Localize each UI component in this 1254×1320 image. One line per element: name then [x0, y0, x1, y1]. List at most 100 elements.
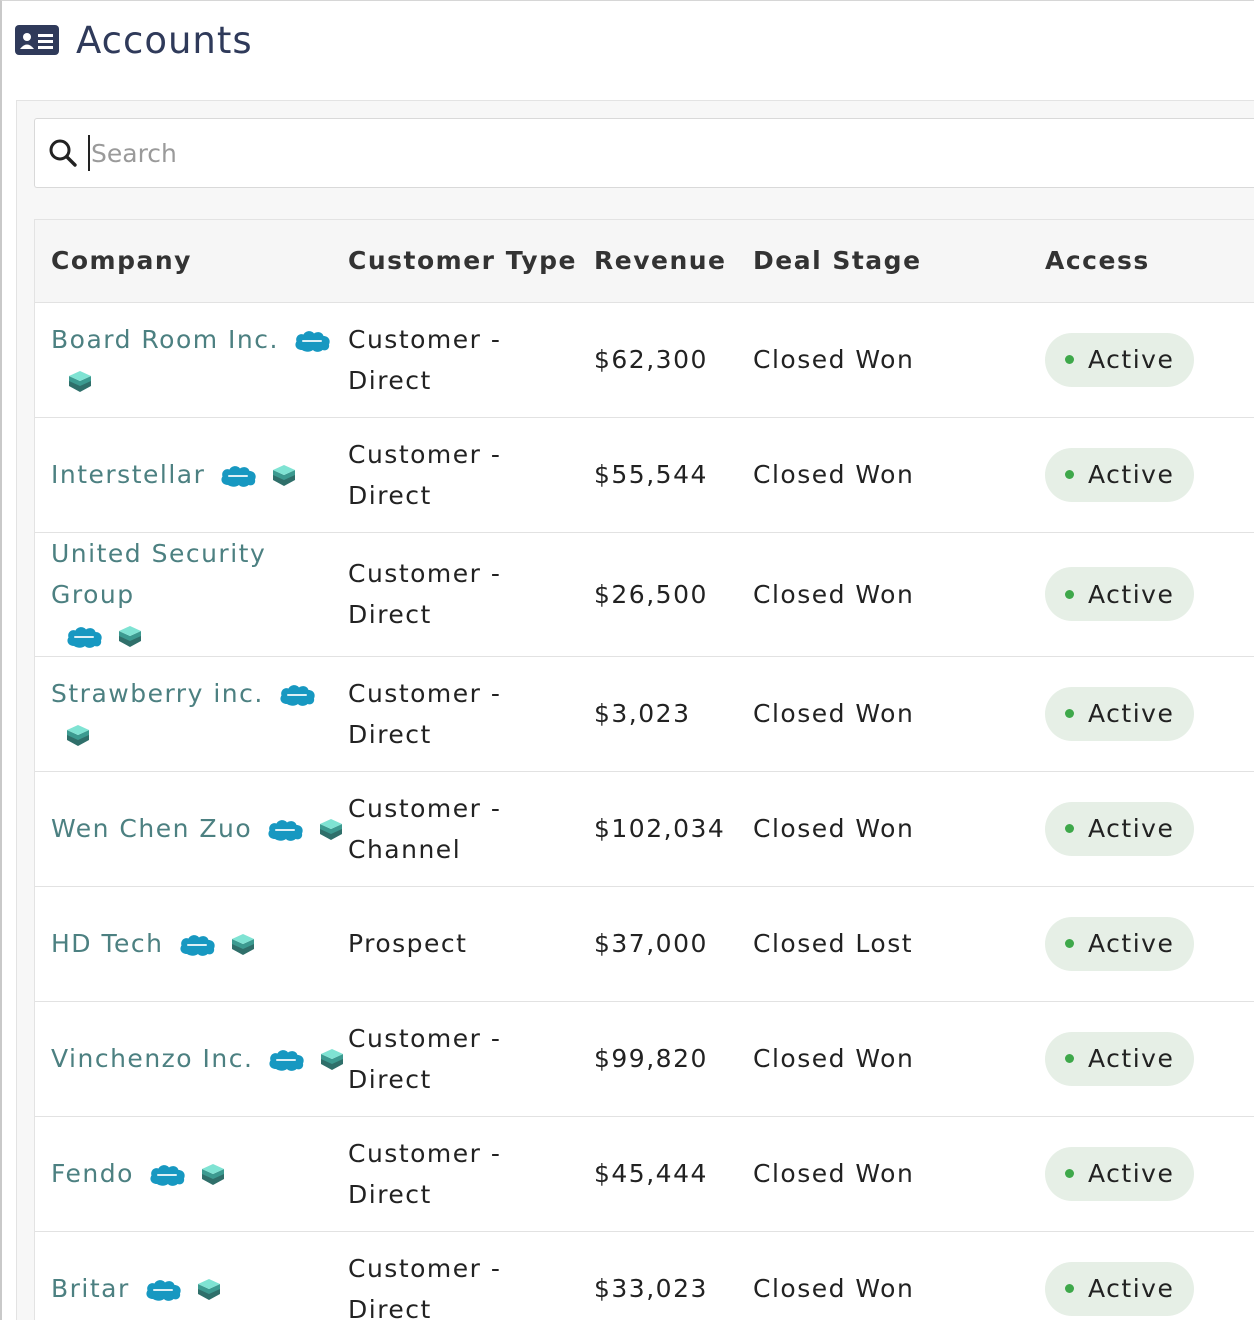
status-label: Active [1088, 345, 1175, 374]
salesforce-cloud-icon [280, 684, 315, 706]
search-icon [49, 139, 77, 167]
status-badge: Active [1045, 447, 1195, 502]
company-link[interactable]: HD Tech [51, 929, 164, 958]
status-badge: Active [1045, 332, 1195, 387]
customer-type-cell: Prospect [348, 886, 594, 1001]
status-badge: Active [1045, 686, 1195, 741]
layers-stack-icon [69, 370, 91, 392]
column-header-revenue[interactable]: Revenue [594, 220, 753, 302]
layers-stack-icon [67, 724, 89, 746]
status-dot-icon [1065, 470, 1074, 479]
layers-stack-icon [273, 465, 296, 486]
table-header-row: Company Customer Type Revenue Deal Stage… [35, 220, 1254, 302]
status-badge: Active [1045, 916, 1195, 971]
id-card-icon [15, 25, 59, 55]
access-cell: Active [1045, 886, 1254, 1001]
salesforce-cloud-icon [221, 466, 257, 487]
column-header-access[interactable]: Access [1045, 220, 1254, 302]
customer-type-line1: Customer - [348, 1253, 502, 1283]
customer-type-cell: Customer - Direct [348, 1001, 594, 1116]
search-bar[interactable] [34, 118, 1254, 188]
customer-type-cell: Customer - Direct [348, 417, 594, 532]
customer-type-cell: Customer - Direct [348, 532, 594, 656]
access-cell: Active [1045, 417, 1254, 532]
status-badge: Active [1045, 1261, 1195, 1316]
page-title: Accounts [76, 18, 253, 62]
table-row[interactable]: Wen Chen Zuo Customer - Channel $102,034 Clo… [35, 771, 1254, 886]
company-cell: Strawberry inc. [35, 656, 348, 771]
company-cell: Interstellar [35, 417, 348, 532]
customer-type-cell: Customer - Direct [348, 1116, 594, 1231]
deal-stage-cell: Closed Won [753, 1044, 915, 1073]
layers-stack-icon [231, 934, 254, 955]
layers-stack-icon [119, 625, 141, 647]
company-cell: United Security Group [35, 532, 348, 656]
table-row[interactable]: United Security Group Customer - Direct $26… [35, 532, 1254, 656]
company-link[interactable]: Interstellar [51, 460, 205, 489]
customer-type-cell: Customer - Direct [348, 302, 594, 417]
column-header-deal-stage[interactable]: Deal Stage [753, 220, 1045, 302]
status-dot-icon [1065, 355, 1074, 364]
company-link[interactable]: Vinchenzo Inc. [51, 1044, 253, 1073]
company-link[interactable]: Wen Chen Zuo [51, 814, 252, 843]
deal-stage-cell: Closed Won [753, 814, 915, 843]
customer-type-line2: Direct [348, 480, 432, 510]
customer-type-line2: Direct [348, 719, 432, 749]
status-label: Active [1088, 699, 1175, 728]
salesforce-cloud-icon [179, 935, 215, 956]
company-link[interactable]: Fendo [51, 1159, 134, 1188]
table-row[interactable]: Fendo Customer - Direct $45,444 Closed Won Ac… [35, 1116, 1254, 1231]
salesforce-cloud-icon [146, 1280, 181, 1302]
status-dot-icon [1065, 1284, 1074, 1294]
access-cell: Active [1045, 771, 1254, 886]
deal-stage-cell: Closed Won [753, 699, 915, 728]
customer-type-cell: Customer - Direct [348, 656, 594, 771]
search-input[interactable] [88, 135, 988, 171]
table-row[interactable]: HD Tech Prospect $37,000 Closed Lost Active [35, 886, 1254, 1001]
status-label: Active [1088, 1044, 1175, 1073]
company-cell: Vinchenzo Inc. [35, 1001, 348, 1116]
company-cell: Board Room Inc. [35, 302, 348, 417]
status-label: Active [1088, 460, 1175, 489]
table-row[interactable]: Board Room Inc. Customer - Direct $62,300 Cl… [35, 302, 1254, 417]
revenue-cell: $55,544 [594, 460, 708, 489]
table-row[interactable]: Britar Customer - Direct $33,023 Closed Won A… [35, 1231, 1254, 1320]
access-cell: Active [1045, 1001, 1254, 1116]
status-badge: Active [1045, 1146, 1195, 1201]
column-header-customer-type[interactable]: Customer Type [348, 220, 594, 302]
table-row[interactable]: Strawberry inc. Customer - Direct $3,023 Clo… [35, 656, 1254, 771]
company-cell: HD Tech [35, 886, 348, 1001]
customer-type-line2: Direct [348, 365, 432, 395]
company-link[interactable]: Britar [51, 1274, 130, 1303]
company-cell: Fendo [35, 1116, 348, 1231]
accounts-table: Company Customer Type Revenue Deal Stage… [34, 219, 1254, 1320]
customer-type-cell: Customer - Channel [348, 771, 594, 886]
layers-stack-icon [197, 1279, 220, 1301]
company-link[interactable]: United Security Group [51, 539, 266, 609]
revenue-cell: $3,023 [594, 699, 691, 728]
layers-stack-icon [320, 819, 343, 840]
deal-stage-cell: Closed Won [753, 460, 915, 489]
customer-type-line1: Customer - [348, 678, 502, 708]
table-row[interactable]: Vinchenzo Inc. Customer - Direct $99,820 Clo… [35, 1001, 1254, 1116]
revenue-cell: $33,023 [594, 1274, 708, 1304]
status-label: Active [1088, 579, 1175, 609]
customer-type-line2: Direct [348, 600, 432, 629]
customer-type-cell: Customer - Direct [348, 1231, 594, 1320]
column-header-company[interactable]: Company [35, 220, 348, 302]
table-row[interactable]: Interstellar Customer - Direct $55,544 Close… [35, 417, 1254, 532]
customer-type-line1: Customer - [348, 1023, 502, 1053]
salesforce-cloud-icon [150, 1165, 185, 1186]
status-label: Active [1088, 1159, 1175, 1188]
company-link[interactable]: Strawberry inc. [51, 679, 264, 708]
access-cell: Active [1045, 1116, 1254, 1231]
company-link[interactable]: Board Room Inc. [51, 325, 279, 354]
revenue-cell: $99,820 [594, 1044, 708, 1073]
layers-stack-icon [201, 1164, 224, 1185]
status-badge: Active [1045, 801, 1195, 856]
revenue-cell: $37,000 [594, 929, 708, 958]
layers-stack-icon [321, 1049, 344, 1070]
customer-type-line1: Customer - [348, 324, 502, 354]
deal-stage-cell: Closed Won [753, 1159, 915, 1188]
revenue-cell: $102,034 [594, 814, 726, 843]
